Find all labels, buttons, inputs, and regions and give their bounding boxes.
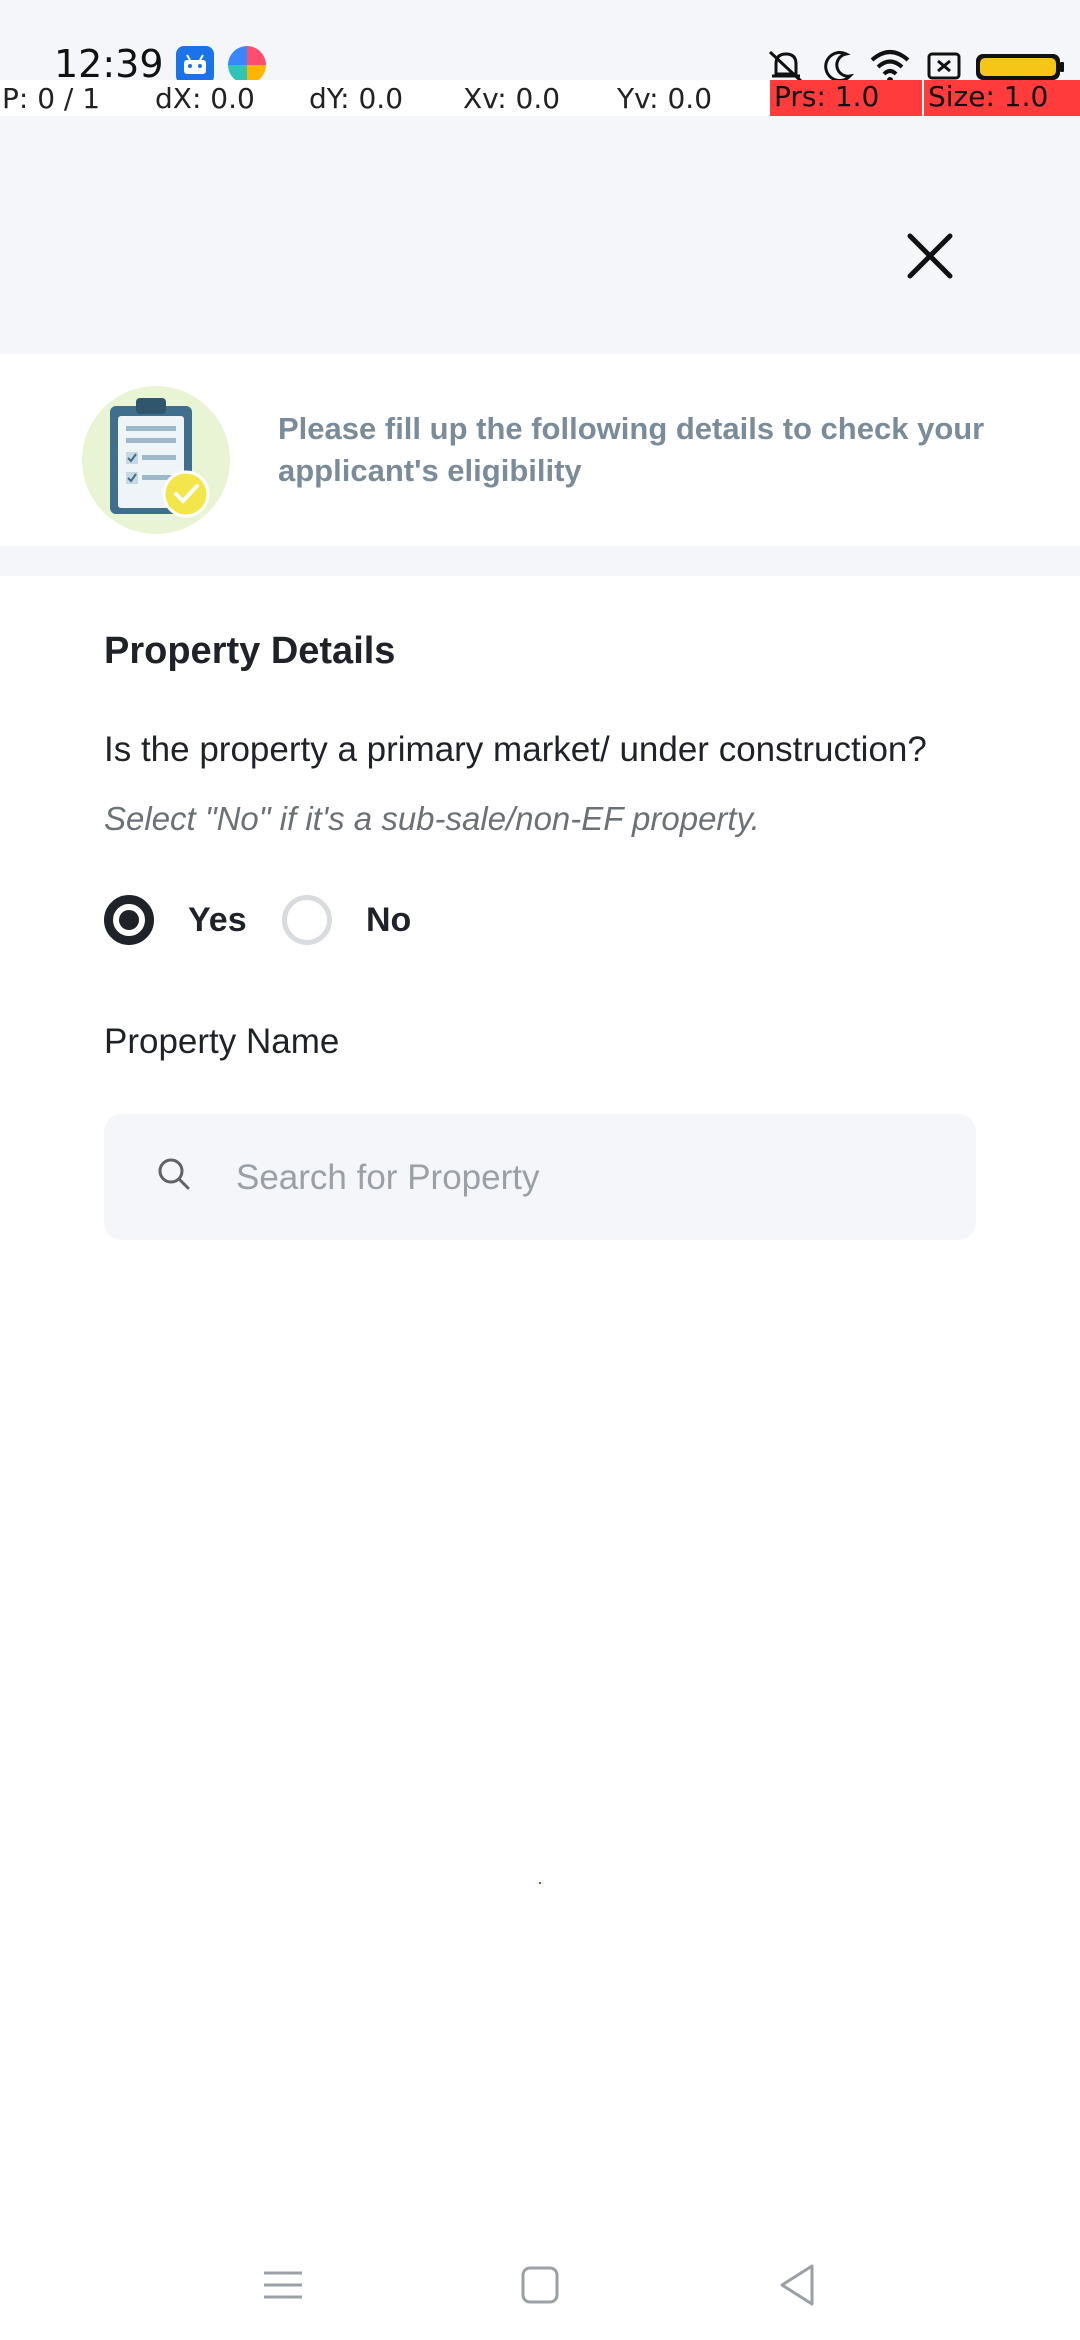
debug-yv: Yv: 0.0 xyxy=(617,82,713,115)
debug-dx: dX: 0.0 xyxy=(155,82,255,115)
property-name-label: Property Name xyxy=(104,1022,340,1061)
touch-point-marker xyxy=(539,1882,541,1884)
browser-app-icon xyxy=(228,46,266,84)
radio-button-unselected[interactable] xyxy=(282,895,332,945)
status-bar: 12:39 xyxy=(0,0,1080,86)
home-icon xyxy=(521,2266,559,2304)
question-hint: Select "No" if it's a sub-sale/non-EF pr… xyxy=(104,800,760,837)
clipboard-checklist-icon xyxy=(80,384,232,536)
debug-pointer-count: P: 0 / 1 xyxy=(2,82,101,115)
primary-market-question: Is the property a primary market/ under … xyxy=(104,730,927,769)
close-icon xyxy=(907,233,953,279)
android-debug-icon xyxy=(176,46,214,84)
radio-option-yes[interactable]: Yes xyxy=(104,890,247,950)
home-button[interactable] xyxy=(505,2250,575,2320)
debug-dy: dY: 0.0 xyxy=(309,82,404,115)
radio-label-yes: Yes xyxy=(188,900,247,939)
search-placeholder: Search for Property xyxy=(236,1158,540,1197)
debug-pressure: Prs: 1.0 xyxy=(770,80,922,116)
radio-button-selected[interactable] xyxy=(104,895,154,945)
pointer-debug-overlay: P: 0 / 1 dX: 0.0 dY: 0.0 Xv: 0.0 Yv: 0.0… xyxy=(0,80,1080,116)
eligibility-banner: Please fill up the following details to … xyxy=(0,354,1080,546)
debug-size: Size: 1.0 xyxy=(924,80,1080,116)
back-icon xyxy=(780,2264,814,2306)
radio-label-no: No xyxy=(366,900,412,939)
section-divider xyxy=(0,546,1080,576)
header xyxy=(0,116,1080,354)
debug-xv: Xv: 0.0 xyxy=(463,82,561,115)
menu-icon xyxy=(264,2271,302,2299)
menu-button[interactable] xyxy=(248,2250,318,2320)
radio-option-no[interactable]: No xyxy=(282,890,411,950)
eligibility-instruction: Please fill up the following details to … xyxy=(278,411,985,488)
close-button[interactable] xyxy=(890,216,970,296)
search-icon xyxy=(158,1158,190,1190)
back-button[interactable] xyxy=(762,2250,832,2320)
system-nav-bar xyxy=(0,2230,1080,2340)
section-title: Property Details xyxy=(104,630,396,672)
property-search-input[interactable]: Search for Property xyxy=(104,1114,976,1240)
